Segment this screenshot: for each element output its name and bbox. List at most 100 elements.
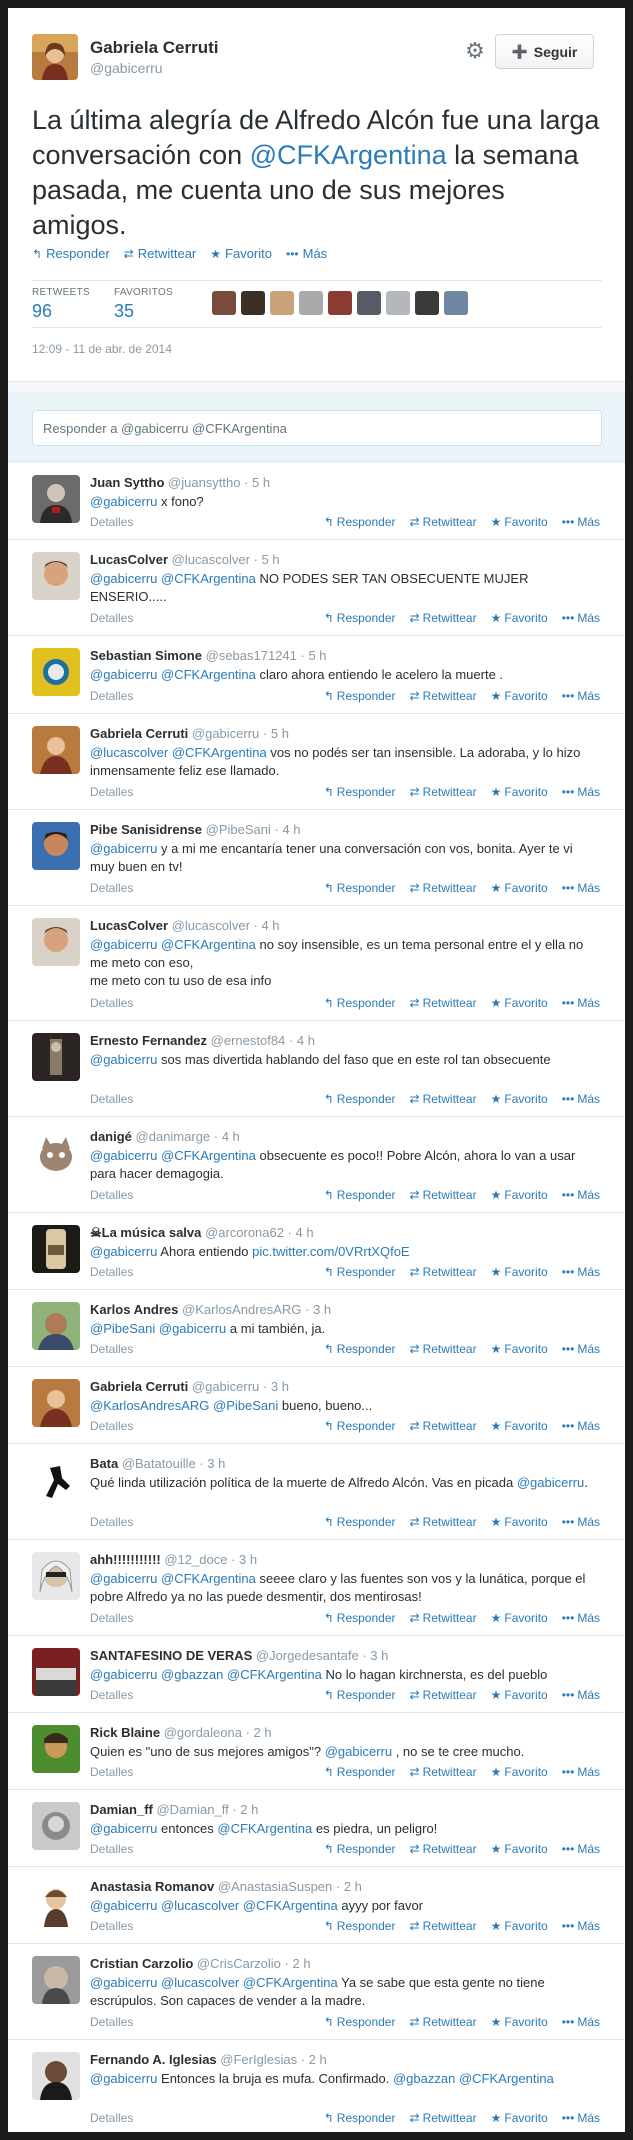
mention-link[interactable]: @KarlosAndresARG	[90, 1398, 209, 1413]
avatar[interactable]	[32, 1552, 80, 1600]
more-button[interactable]: ••• Más	[562, 1765, 600, 1779]
more-button[interactable]: ••• Más	[562, 1092, 600, 1106]
mention-link[interactable]: @gbazzan	[161, 1667, 223, 1682]
reply-author-handle[interactable]: @KarlosAndresARG	[182, 1302, 301, 1317]
retweet-button[interactable]: ⇄ Retwittear	[410, 1092, 477, 1106]
retweet-button[interactable]: ⇄ Retwittear	[410, 1842, 477, 1856]
mention-link[interactable]: @gabicerru	[325, 1744, 392, 1759]
retweet-button[interactable]: ⇄ Retwittear	[410, 1188, 477, 1202]
mention-link[interactable]: @gabicerru	[90, 1052, 157, 1067]
avatar[interactable]	[32, 822, 80, 870]
details-link[interactable]: Detalles	[90, 1188, 133, 1202]
details-link[interactable]: Detalles	[90, 689, 133, 703]
retweet-button[interactable]: ⇄ Retwittear	[410, 1419, 477, 1433]
reply-author-handle[interactable]: @arcorona62	[205, 1225, 284, 1240]
more-button[interactable]: ••• Más	[286, 246, 327, 261]
reply-time[interactable]: 5 h	[261, 552, 279, 567]
mention-link[interactable]: @gabicerru	[90, 1898, 157, 1913]
mention-link[interactable]: @CFKArgentina	[161, 1148, 256, 1163]
reply-author-name[interactable]: Sebastian Simone	[90, 648, 202, 663]
reply-author-name[interactable]: SANTAFESINO DE VERAS	[90, 1648, 252, 1663]
reply-tweet[interactable]: Gabriela Cerruti @gabicerru · 3 h @Karlos…	[8, 1367, 625, 1444]
reply-tweet[interactable]: LucasColver @lucascolver · 5 h @gabicerru…	[8, 540, 625, 636]
details-link[interactable]: Detalles	[90, 996, 133, 1010]
avatar[interactable]	[32, 1225, 80, 1273]
avatar[interactable]	[32, 552, 80, 600]
avatar[interactable]	[32, 475, 80, 523]
favorite-button[interactable]: ★ Favorito	[491, 881, 548, 895]
reply-author-handle[interactable]: @gordaleona	[164, 1725, 242, 1740]
reply-time[interactable]: 4 h	[222, 1129, 240, 1144]
author-handle[interactable]: @gabicerru	[90, 60, 163, 76]
reply-author-handle[interactable]: @danimarge	[136, 1129, 211, 1144]
reply-author-handle[interactable]: @AnastasiaSuspen	[218, 1879, 332, 1894]
reply-author-handle[interactable]: @Batatouille	[122, 1456, 196, 1471]
reply-tweet[interactable]: SANTAFESINO DE VERAS @Jorgedesantafe · 3…	[8, 1636, 625, 1713]
mention-link[interactable]: @gbazzan	[393, 2071, 455, 2086]
reply-time[interactable]: 3 h	[313, 1302, 331, 1317]
more-button[interactable]: ••• Más	[562, 515, 600, 529]
reply-button[interactable]: ↰ Responder	[324, 1419, 396, 1433]
reply-author-name[interactable]: Ernesto Fernandez	[90, 1033, 207, 1048]
avatar[interactable]	[32, 1956, 80, 2004]
reply-tweet[interactable]: ahh!!!!!!!!!!! @12_doce · 3 h @gabicerru …	[8, 1540, 625, 1636]
avatar[interactable]	[32, 726, 80, 774]
reply-author-name[interactable]: Karlos Andres	[90, 1302, 178, 1317]
mention-link[interactable]: @PibeSani	[90, 1321, 155, 1336]
reply-button[interactable]: ↰ Responder	[324, 881, 396, 895]
details-link[interactable]: Detalles	[90, 1265, 133, 1279]
reply-author-handle[interactable]: @FerIglesias	[220, 2052, 297, 2067]
more-button[interactable]: ••• Más	[562, 881, 600, 895]
reply-author-handle[interactable]: @gabicerru	[192, 726, 259, 741]
mention-link[interactable]: @gabicerru	[159, 1321, 226, 1336]
more-button[interactable]: ••• Más	[562, 1419, 600, 1433]
mention-link[interactable]: @gabicerru	[90, 1571, 157, 1586]
reply-time[interactable]: 3 h	[271, 1379, 289, 1394]
retweet-button[interactable]: ⇄ Retwittear	[410, 1765, 477, 1779]
reply-time[interactable]: 3 h	[370, 1648, 388, 1663]
details-link[interactable]: Detalles	[90, 611, 133, 625]
mention-link[interactable]: @gabicerru	[90, 841, 157, 856]
mention-link[interactable]: @lucascolver	[161, 1898, 239, 1913]
details-link[interactable]: Detalles	[90, 515, 133, 529]
reply-author-name[interactable]: Cristian Carzolio	[90, 1956, 193, 1971]
details-link[interactable]: Detalles	[90, 881, 133, 895]
reply-author-name[interactable]: Juan Syttho	[90, 475, 164, 490]
reply-button[interactable]: ↰ Responder	[324, 1842, 396, 1856]
retweet-button[interactable]: ⇄ Retwittear	[410, 515, 477, 529]
main-avatar[interactable]	[32, 34, 78, 80]
details-link[interactable]: Detalles	[90, 1342, 133, 1356]
reply-time[interactable]: 4 h	[297, 1033, 315, 1048]
avatar[interactable]	[299, 291, 323, 315]
reply-button[interactable]: ↰ Responder	[324, 1188, 396, 1202]
reply-author-name[interactable]: Gabriela Cerruti	[90, 1379, 188, 1394]
reply-tweet[interactable]: Rick Blaine @gordaleona · 2 h Quien es "u…	[8, 1713, 625, 1790]
reply-tweet[interactable]: ☠La música salva @arcorona62 · 4 h @gabic…	[8, 1213, 625, 1290]
favorite-button[interactable]: ★ Favorito	[491, 1265, 548, 1279]
favorite-button[interactable]: ★ Favorito	[491, 1688, 548, 1702]
mention-link[interactable]: @PibeSani	[213, 1398, 278, 1413]
reply-tweet[interactable]: Karlos Andres @KarlosAndresARG · 3 h @Pib…	[8, 1290, 625, 1367]
reply-time[interactable]: 2 h	[292, 1956, 310, 1971]
reply-button[interactable]: ↰ Responder	[324, 1611, 396, 1625]
mention-link[interactable]: @lucascolver	[161, 1975, 239, 1990]
reply-author-name[interactable]: Rick Blaine	[90, 1725, 160, 1740]
reply-author-handle[interactable]: @12_doce	[164, 1552, 227, 1567]
retweet-button[interactable]: ⇄ Retwittear	[410, 1688, 477, 1702]
reply-button[interactable]: ↰ Responder	[324, 611, 396, 625]
more-button[interactable]: ••• Más	[562, 1688, 600, 1702]
more-button[interactable]: ••• Más	[562, 1919, 600, 1933]
favorite-button[interactable]: ★ Favorito	[491, 1419, 548, 1433]
retweet-button[interactable]: ⇄ Retwittear	[410, 785, 477, 799]
reply-tweet[interactable]: Sebastian Simone @sebas171241 · 5 h @gabi…	[8, 636, 625, 714]
reply-time[interactable]: 4 h	[296, 1225, 314, 1240]
reply-button[interactable]: ↰ Responder	[324, 1765, 396, 1779]
reply-author-handle[interactable]: @CrisCarzolio	[197, 1956, 281, 1971]
avatar[interactable]	[32, 648, 80, 696]
reply-author-name[interactable]: danigé	[90, 1129, 132, 1144]
details-link[interactable]: Detalles	[90, 1611, 133, 1625]
reply-input[interactable]: Responder a @gabicerru @CFKArgentina	[32, 410, 602, 446]
reply-tweet[interactable]: LucasColver @lucascolver · 4 h @gabicerru…	[8, 906, 625, 1021]
mention-link[interactable]: @gabicerru	[90, 1821, 157, 1836]
reply-tweet[interactable]: Gabriela Cerruti @gabicerru · 5 h @lucasc…	[8, 714, 625, 810]
